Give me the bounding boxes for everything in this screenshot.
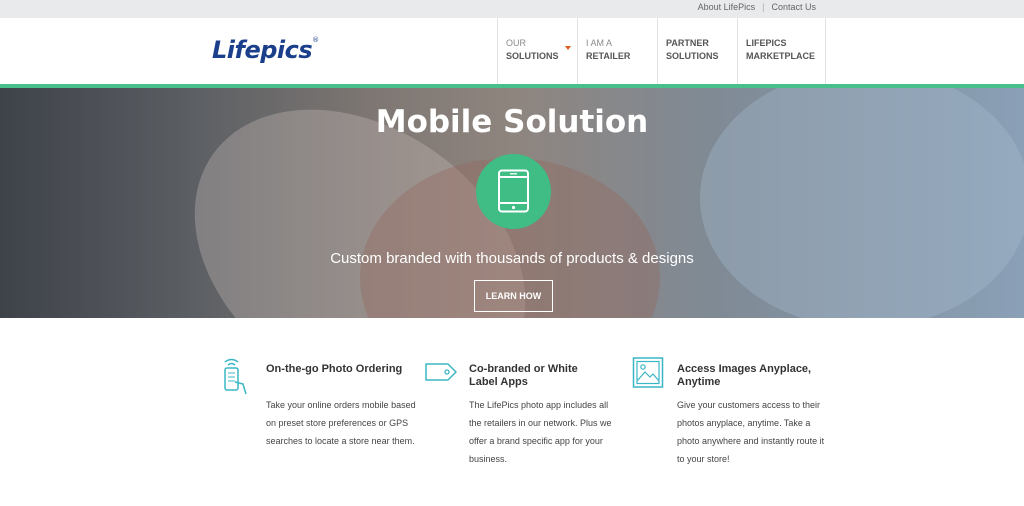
feature-title: Access Images Anyplace, Anytime <box>677 363 812 388</box>
hero-banner: Mobile Solution Custom branded with thou… <box>0 88 1024 318</box>
main-nav: OUR SOLUTIONS I AM A RETAILER PARTNER SO… <box>497 18 826 84</box>
nav-label-line2: SOLUTIONS <box>506 51 559 61</box>
nav-lifepics-marketplace[interactable]: LIFEPICS MARKETPLACE <box>737 18 826 84</box>
phone-order-icon <box>224 358 247 395</box>
nav-label-line2: RETAILER <box>586 51 631 61</box>
utility-bar: About LifePics | Contact Us <box>0 0 1024 18</box>
nav-our-solutions[interactable]: OUR SOLUTIONS <box>497 18 577 84</box>
nav-label-line2: SOLUTIONS <box>666 51 719 61</box>
site-header: Lifepics® OUR SOLUTIONS I AM A RETAILER … <box>0 18 1024 84</box>
feature-title: Co-branded or White Label Apps <box>469 363 578 388</box>
feature-description: Give your customers access to their phot… <box>677 400 825 464</box>
tag-icon <box>425 363 457 381</box>
hero-icon-badge <box>476 154 551 229</box>
utility-links: About LifePics | Contact Us <box>698 2 816 12</box>
feature-title: On-the-go Photo Ordering <box>266 363 403 375</box>
feature-description: The LifePics photo app includes all the … <box>469 400 612 464</box>
nav-i-am-a-retailer[interactable]: I AM A RETAILER <box>577 18 657 84</box>
nav-label-line1: I AM A <box>586 38 613 48</box>
nav-label-line1: LIFEPICS <box>746 38 787 48</box>
image-icon <box>632 357 664 388</box>
link-separator: | <box>762 2 765 12</box>
contact-link[interactable]: Contact Us <box>771 2 816 12</box>
hero-title: Mobile Solution <box>375 104 649 140</box>
learn-how-button[interactable]: LEARN HOW <box>474 280 553 312</box>
nav-label-line2: MARKETPLACE <box>746 51 815 61</box>
nav-partner-solutions[interactable]: PARTNER SOLUTIONS <box>657 18 737 84</box>
dropdown-caret-icon <box>565 46 571 50</box>
tablet-icon <box>498 169 529 213</box>
nav-label-line1: PARTNER <box>666 38 709 48</box>
lifepics-logo[interactable]: Lifepics® <box>212 36 319 64</box>
about-link[interactable]: About LifePics <box>698 2 756 12</box>
feature-description: Take your online orders mobile based on … <box>266 400 416 446</box>
hero-subtitle: Custom branded with thousands of product… <box>330 250 694 267</box>
